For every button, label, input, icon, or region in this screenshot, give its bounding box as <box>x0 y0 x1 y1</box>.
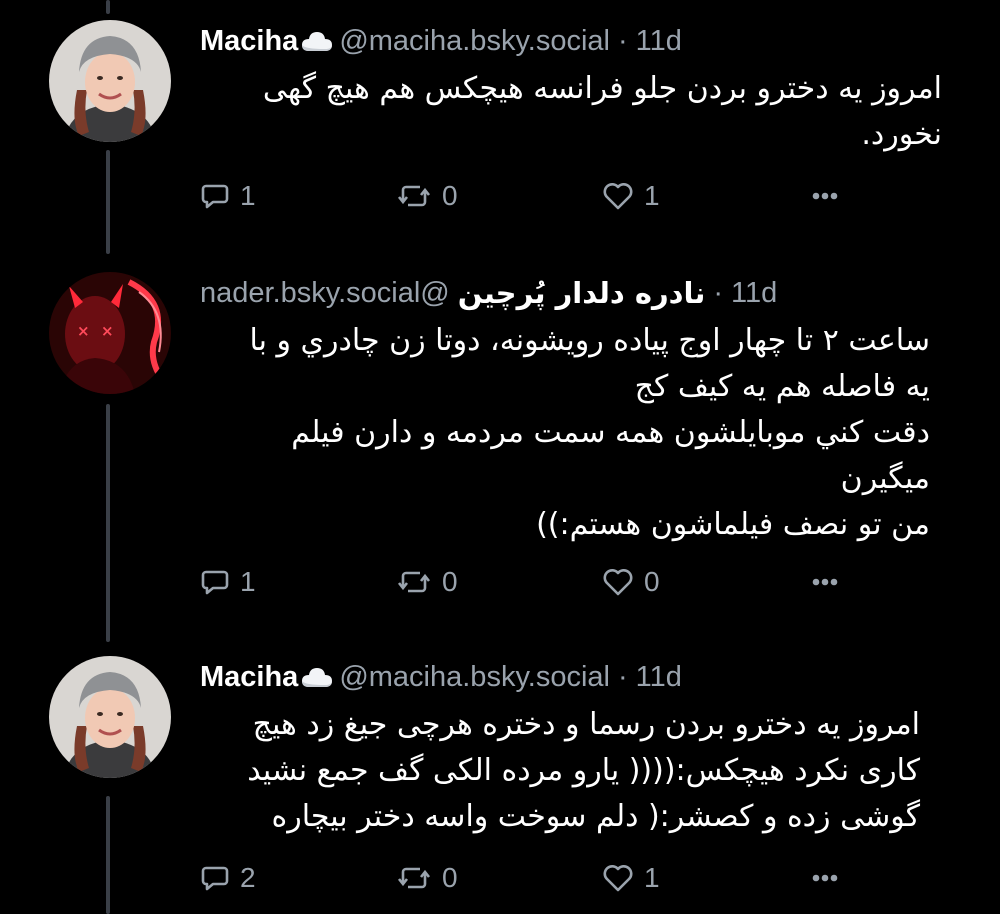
post-body: امروز یه دخترو بردن جلو فرانسه هیچکس هم … <box>200 66 942 158</box>
more-options-button[interactable] <box>812 174 838 218</box>
author-name[interactable]: نادره دلدار پُرچین <box>458 276 706 310</box>
post-line: من تو نصف فیلماشون هستم:)) <box>536 507 930 542</box>
post-line: یه فاصله هم یه کیف کج <box>634 369 930 404</box>
separator: · <box>713 276 724 309</box>
post-body: امروز یه دخترو بردن رسما و دختره هرچی جی… <box>200 702 920 840</box>
like-count: 0 <box>644 566 660 597</box>
more-options-button[interactable] <box>812 856 838 900</box>
repost-count: 0 <box>442 180 458 211</box>
thread-line-2 <box>106 404 110 642</box>
ellipsis-icon <box>812 874 838 882</box>
avatar[interactable]: × × <box>49 272 171 394</box>
post-time[interactable]: 11d <box>636 661 682 694</box>
post-line: گوشی زده و کصشر:( دلم سوخت واسه دختر بیچ… <box>271 799 920 834</box>
svg-text:×: × <box>101 322 114 340</box>
svg-text:×: × <box>77 322 90 340</box>
more-options-button[interactable] <box>812 560 838 604</box>
reply-button[interactable]: 2 <box>200 856 256 900</box>
post-time[interactable]: 11d <box>731 277 777 310</box>
action-bar: 2 0 1 <box>200 856 840 900</box>
repost-count: 0 <box>442 862 458 893</box>
repost-button[interactable]: 0 <box>396 560 458 604</box>
avatar[interactable] <box>49 656 171 778</box>
thread-line-3 <box>106 796 110 914</box>
ellipsis-icon <box>812 192 838 200</box>
post-line: ساعت ۲ تا چهار اوج پیاده رویشونه، دوتا ز… <box>249 323 930 358</box>
repost-count: 0 <box>442 566 458 597</box>
thread-line-1 <box>106 150 110 254</box>
post-header: Maciha @maciha.bsky.social · 11d <box>200 20 682 62</box>
repost-button[interactable]: 0 <box>396 174 458 218</box>
reply-count: 1 <box>240 180 256 211</box>
post-body: ساعت ۲ تا چهار اوج پیاده رویشونه، دوتا ز… <box>200 318 930 548</box>
separator: · <box>618 660 628 693</box>
author-handle[interactable]: @maciha.bsky.social <box>339 25 610 58</box>
author-name[interactable]: Maciha <box>200 25 298 58</box>
reply-button[interactable]: 1 <box>200 174 256 218</box>
like-button[interactable]: 1 <box>602 856 660 900</box>
avatar[interactable] <box>49 20 171 142</box>
post-line: دقت کني موبایلشون همه سمت مردمه و دارن ف… <box>291 415 930 450</box>
author-handle[interactable]: @maciha.bsky.social <box>339 661 610 694</box>
post-time[interactable]: 11d <box>636 25 682 58</box>
post-line: نخورد. <box>861 117 942 152</box>
post-line: میگیرن <box>840 461 930 496</box>
post-line: امروز یه دخترو بردن رسما و دختره هرچی جی… <box>252 707 920 742</box>
author-handle[interactable]: nader.bsky.social@ <box>200 277 450 310</box>
speech-bubble-icon <box>201 570 229 595</box>
repost-button[interactable]: 0 <box>396 856 458 900</box>
speech-bubble-icon <box>201 184 229 209</box>
reply-count: 2 <box>240 862 256 893</box>
like-count: 1 <box>644 180 660 211</box>
action-bar: 1 0 0 <box>200 560 840 604</box>
heart-icon <box>603 865 633 892</box>
reply-button[interactable]: 1 <box>200 560 256 604</box>
repost-icon <box>397 571 431 593</box>
like-button[interactable]: 0 <box>602 560 660 604</box>
cloud-emoji-icon <box>301 665 333 689</box>
heart-icon <box>603 569 633 596</box>
cloud-emoji-icon <box>301 29 333 53</box>
ellipsis-icon <box>812 578 838 586</box>
reply-count: 1 <box>240 566 256 597</box>
speech-bubble-icon <box>201 866 229 891</box>
author-name[interactable]: Maciha <box>200 661 298 694</box>
like-count: 1 <box>644 862 660 893</box>
post-header: nader.bsky.social@ نادره دلدار پُرچین · … <box>200 272 777 314</box>
post-line: امروز یه دخترو بردن جلو فرانسه هیچکس هم … <box>262 71 942 106</box>
post-header: Maciha @maciha.bsky.social · 11d <box>200 656 682 698</box>
action-bar: 1 0 1 <box>200 174 840 218</box>
separator: · <box>618 24 628 57</box>
post-line: کاری نکرد هیچکس:(((( یارو مرده الکی گف ج… <box>247 753 920 788</box>
repost-icon <box>397 867 431 889</box>
like-button[interactable]: 1 <box>602 174 660 218</box>
thread-line-top <box>106 0 110 14</box>
repost-icon <box>397 185 431 207</box>
heart-icon <box>603 183 633 210</box>
